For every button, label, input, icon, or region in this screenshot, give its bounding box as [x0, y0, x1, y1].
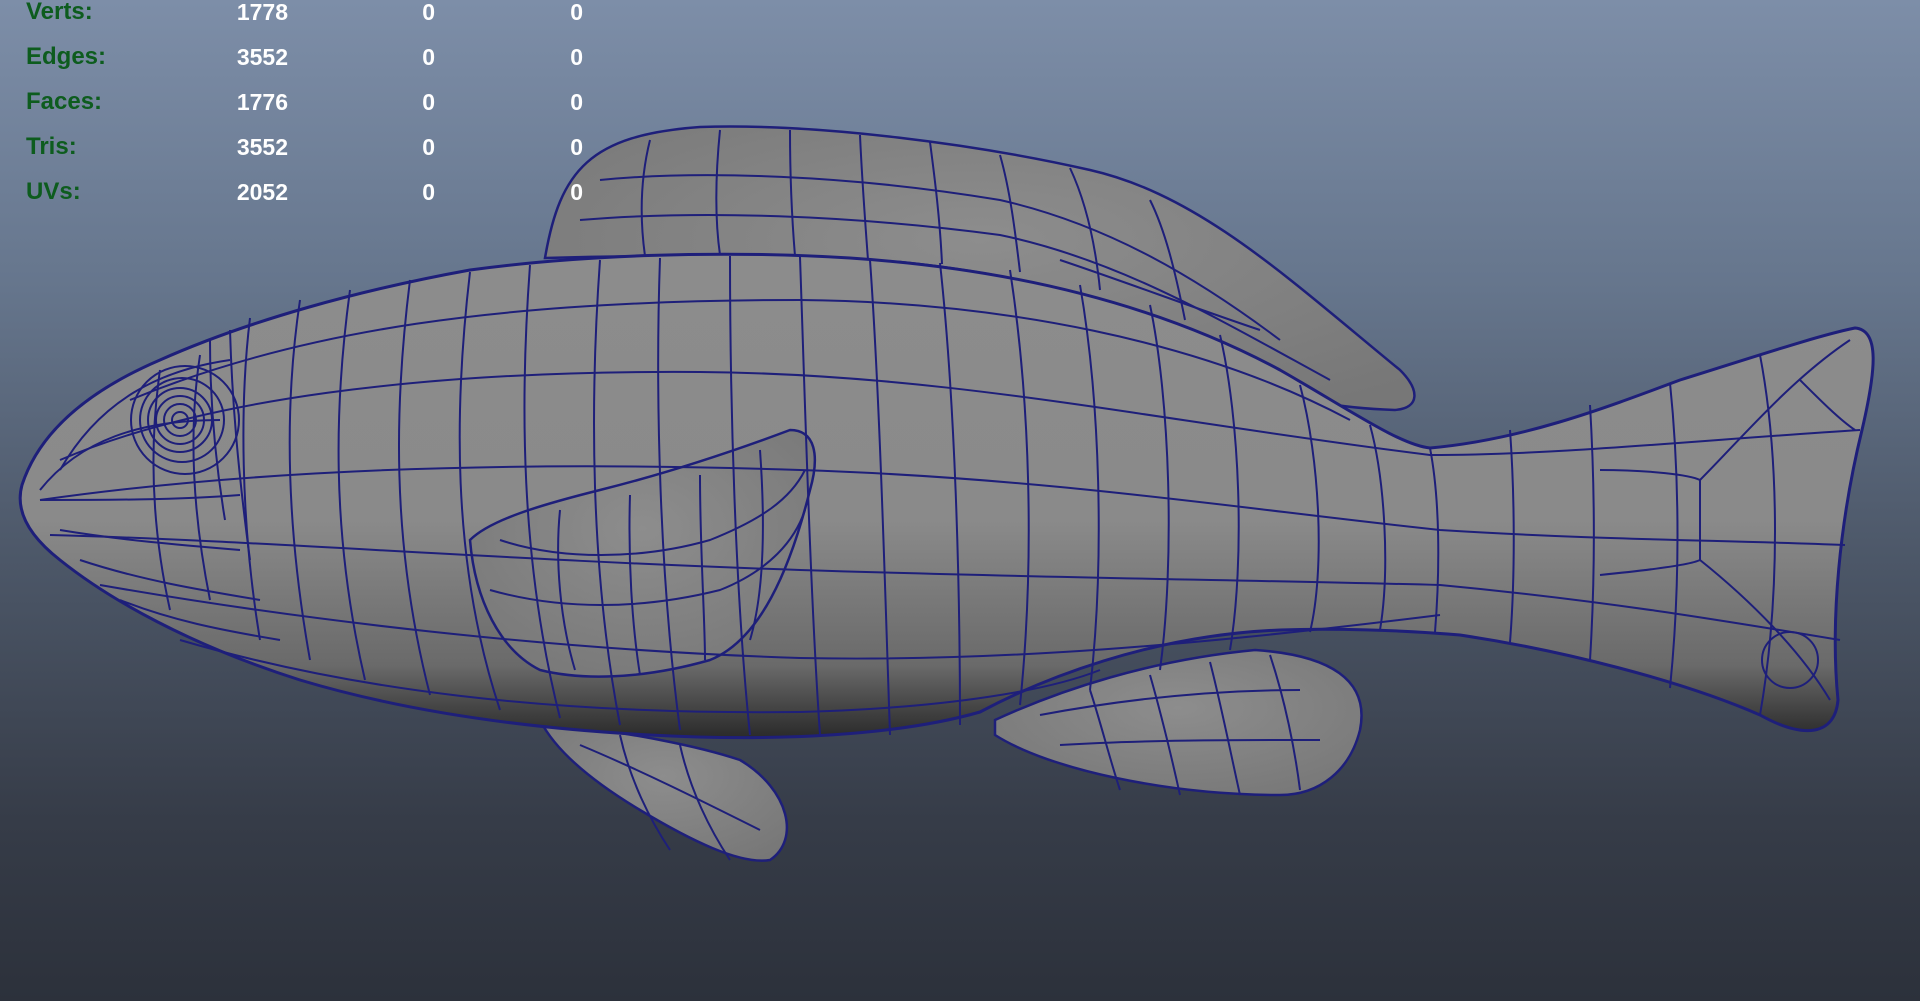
hud-row-verts: Verts: 1778 0 0: [0, 0, 620, 27]
hud-value: 1778: [236, 0, 288, 25]
hud-value: 2052: [236, 179, 288, 205]
hud-value: 0: [422, 134, 435, 160]
hud-row-uvs: UVs: 2052 0 0: [0, 177, 620, 207]
hud-label: Faces:: [26, 88, 103, 115]
hud-value: 0: [570, 134, 583, 160]
hud-value: 0: [422, 89, 435, 115]
3d-viewport[interactable]: Verts: 1778 0 0 Edges: 3552 0 0 Faces: 1…: [0, 0, 1920, 1001]
poly-count-hud: Verts: 1778 0 0 Edges: 3552 0 0 Faces: 1…: [0, 0, 620, 220]
hud-label: Verts:: [26, 0, 93, 25]
hud-value: 0: [570, 89, 583, 115]
hud-value: 0: [422, 44, 435, 70]
hud-value: 1776: [236, 89, 288, 115]
hud-value: 3552: [236, 134, 288, 160]
hud-row-edges: Edges: 3552 0 0: [0, 42, 620, 72]
hud-value: 0: [570, 179, 583, 205]
hud-value: 0: [422, 0, 435, 25]
hud-row-faces: Faces: 1776 0 0: [0, 87, 620, 117]
hud-row-tris: Tris: 3552 0 0: [0, 132, 620, 162]
hud-label: Tris:: [26, 133, 77, 160]
hud-label: UVs:: [26, 178, 81, 205]
hud-label: Edges:: [26, 43, 107, 70]
hud-value: 0: [570, 44, 583, 70]
hud-value: 0: [422, 179, 435, 205]
hud-value: 3552: [236, 44, 288, 70]
hud-value: 0: [570, 0, 583, 25]
